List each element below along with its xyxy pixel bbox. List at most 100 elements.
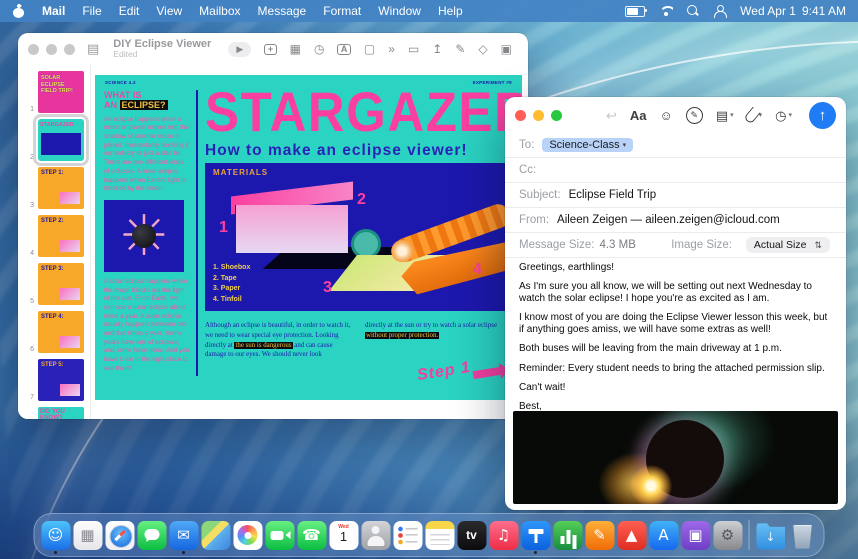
menu-help[interactable]: Help bbox=[438, 4, 463, 18]
menu-file[interactable]: File bbox=[82, 4, 101, 18]
emoji-icon[interactable]: ☺ bbox=[660, 109, 673, 122]
overflow-button[interactable]: » bbox=[388, 43, 395, 55]
dock-reminders-icon[interactable] bbox=[393, 516, 423, 554]
comment-button[interactable]: ▭ bbox=[408, 43, 419, 55]
dock-phone-icon[interactable]: ☎ bbox=[297, 516, 327, 554]
running-indicator bbox=[54, 551, 57, 554]
page-thumbnails-sidebar: 1SOLAR ECLIPSE FIELD TRIP!2STARGAZER3STE… bbox=[18, 65, 91, 419]
dock-system-settings-icon[interactable]: ⚙ bbox=[713, 516, 743, 554]
dock-mail-icon[interactable]: ✉ bbox=[169, 516, 199, 554]
eclipse-photo-attachment[interactable] bbox=[513, 411, 838, 504]
battery-icon[interactable] bbox=[625, 6, 645, 17]
page-thumbnail-6[interactable]: 6STEP 4: bbox=[18, 308, 90, 356]
pages-titlebar[interactable]: ▤ DIY Eclipse Viewer Edited ▶+▦◷A▢»▭↥✎◇▣ bbox=[18, 33, 528, 65]
dock-facetime-icon[interactable] bbox=[265, 516, 295, 554]
menu-bar-clock[interactable]: Wed Apr 1 9:41 AM bbox=[740, 4, 846, 18]
cc-field[interactable]: Cc: bbox=[505, 158, 846, 183]
dock-contacts-icon[interactable] bbox=[361, 516, 391, 554]
dock-downloads-folder-icon[interactable]: ↓ bbox=[756, 516, 786, 554]
dock-safari-icon[interactable] bbox=[105, 516, 135, 554]
minimize-button[interactable] bbox=[533, 110, 544, 121]
dock-classroom-icon[interactable]: ▣ bbox=[681, 516, 711, 554]
spotlight-search-icon[interactable] bbox=[687, 5, 699, 17]
page-thumbnail-5[interactable]: 5STEP 3: bbox=[18, 260, 90, 308]
chevron-down-icon: ▾ bbox=[788, 112, 792, 119]
textbox-button[interactable]: A bbox=[337, 44, 351, 55]
dock-maps-icon[interactable] bbox=[201, 516, 231, 554]
page-thumbnail-2[interactable]: 2STARGAZER bbox=[18, 116, 90, 164]
menu-format[interactable]: Format bbox=[323, 4, 361, 18]
user-switch-icon[interactable] bbox=[713, 5, 726, 17]
menu-mail[interactable]: Mail bbox=[42, 4, 65, 18]
from-field[interactable]: From: Aileen Zeigen — aileen.zeigen@iclo… bbox=[505, 208, 846, 233]
undo-icon[interactable]: ↩ bbox=[606, 109, 617, 122]
dock-numbers-icon[interactable] bbox=[553, 516, 583, 554]
from-label: From: bbox=[519, 214, 549, 226]
from-value: Aileen Zeigen — aileen.zeigen@icloud.com bbox=[557, 214, 780, 226]
insert-button[interactable]: + bbox=[264, 44, 276, 55]
page-thumbnail-7[interactable]: 7STEP 5: bbox=[18, 356, 90, 404]
format-text-icon[interactable]: Aa bbox=[630, 109, 647, 122]
maps-app-icon bbox=[201, 521, 230, 550]
present-button[interactable]: ▶ bbox=[228, 42, 251, 57]
thumbnail-label: STEP 5: bbox=[38, 359, 84, 371]
subject-field[interactable]: Subject: Eclipse Field Trip bbox=[505, 183, 846, 208]
doc-column-divider bbox=[196, 90, 198, 376]
menu-edit[interactable]: Edit bbox=[119, 4, 140, 18]
zoom-button[interactable] bbox=[64, 44, 75, 55]
close-button[interactable] bbox=[515, 110, 526, 121]
inspector-button[interactable]: ▣ bbox=[501, 43, 512, 55]
attach-dropdown[interactable]: ▾ bbox=[747, 108, 763, 123]
menu-window[interactable]: Window bbox=[378, 4, 421, 18]
sidebar-toggle-icon[interactable]: ▤ bbox=[87, 41, 99, 57]
zoom-button[interactable] bbox=[551, 110, 562, 121]
phone-glyph: ☎ bbox=[302, 528, 321, 543]
send-button[interactable]: ↑ bbox=[809, 102, 836, 129]
materials-callout-3: 3 bbox=[323, 279, 332, 297]
dock-keynote-icon[interactable] bbox=[521, 516, 551, 554]
send-later-dropdown[interactable]: ◷▾ bbox=[775, 109, 792, 122]
music-app-icon: ♫ bbox=[489, 521, 518, 550]
message-body[interactable]: Greetings, earthlings!As I'm sure you al… bbox=[519, 262, 832, 432]
dock-calendar-icon[interactable]: Wed1 bbox=[329, 516, 359, 554]
dock-finder-icon[interactable]: ☺ bbox=[41, 516, 71, 554]
recipient-token[interactable]: Science-Class▾ bbox=[542, 138, 633, 152]
dock-messages-icon[interactable] bbox=[137, 516, 167, 554]
table-button[interactable]: ▦ bbox=[290, 43, 301, 55]
menu-message[interactable]: Message bbox=[258, 4, 307, 18]
dock-launchpad-icon[interactable]: ▦ bbox=[73, 516, 103, 554]
dock-photos-icon[interactable] bbox=[233, 516, 263, 554]
markup-icon[interactable]: ✎ bbox=[686, 107, 703, 124]
dock-trash-icon[interactable] bbox=[788, 516, 818, 554]
image-size-select[interactable]: Actual Size ⇅ bbox=[746, 237, 830, 253]
menu-view[interactable]: View bbox=[156, 4, 182, 18]
page-thumbnail-more[interactable]: DID YOU KNOW? bbox=[18, 404, 90, 419]
share-button[interactable]: ↥ bbox=[432, 43, 442, 55]
wifi-icon[interactable] bbox=[659, 6, 673, 16]
dock-apple-tv-icon[interactable]: tv bbox=[457, 516, 487, 554]
shape-button[interactable]: ▢ bbox=[364, 43, 375, 55]
media-button[interactable]: ◇ bbox=[478, 43, 487, 55]
menu-mailbox[interactable]: Mailbox bbox=[199, 4, 240, 18]
page-thumbnail-1[interactable]: 1SOLAR ECLIPSE FIELD TRIP! bbox=[18, 68, 90, 116]
format-button[interactable]: ✎ bbox=[455, 43, 465, 55]
dock-schoolwork-icon[interactable]: ▲ bbox=[617, 516, 647, 554]
running-indicator bbox=[182, 551, 185, 554]
mail-compose-window: ↩ Aa ☺ ✎ ▤▾ ▾ ◷▾ ↑ To: Science-Class▾ Cc… bbox=[505, 97, 846, 510]
pages-glyph: ✎ bbox=[593, 528, 606, 543]
apple-menu-icon[interactable] bbox=[13, 5, 25, 18]
minimize-button[interactable] bbox=[46, 44, 57, 55]
system-settings-glyph: ⚙ bbox=[721, 528, 734, 543]
to-field[interactable]: To: Science-Class▾ bbox=[505, 133, 846, 158]
dock-app-store-icon[interactable]: A bbox=[649, 516, 679, 554]
close-button[interactable] bbox=[28, 44, 39, 55]
stationery-dropdown[interactable]: ▤▾ bbox=[716, 109, 734, 122]
dock-pages-icon[interactable]: ✎ bbox=[585, 516, 615, 554]
page-thumbnail-4[interactable]: 4STEP 2: bbox=[18, 212, 90, 260]
mail-toolbar[interactable]: ↩ Aa ☺ ✎ ▤▾ ▾ ◷▾ ↑ bbox=[505, 97, 846, 133]
materials-list: 1. Shoebox2. Tape3. Paper4. Tinfoil bbox=[213, 263, 250, 305]
chart-button[interactable]: ◷ bbox=[314, 43, 324, 55]
dock-music-icon[interactable]: ♫ bbox=[489, 516, 519, 554]
dock-notes-icon[interactable] bbox=[425, 516, 455, 554]
page-thumbnail-3[interactable]: 3STEP 1: bbox=[18, 164, 90, 212]
